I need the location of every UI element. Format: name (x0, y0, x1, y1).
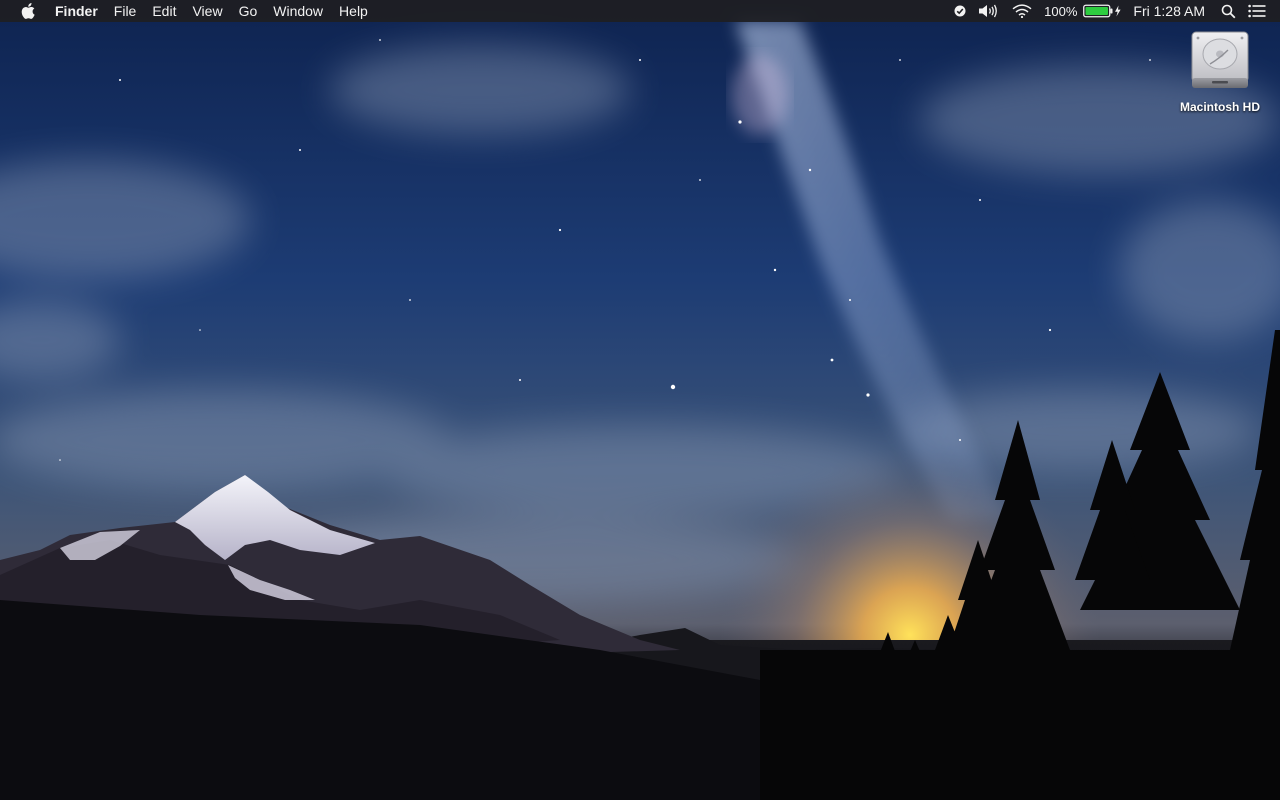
desktop-icon-macintosh-hd[interactable]: Macintosh HD (1170, 30, 1270, 114)
menu-file[interactable]: File (106, 0, 145, 22)
search-icon-glyph (1221, 4, 1236, 18)
menu-clock[interactable]: Fri 1:28 AM (1129, 0, 1215, 22)
menu-help[interactable]: Help (331, 0, 376, 22)
menu-window[interactable]: Window (265, 0, 331, 22)
menu-go[interactable]: Go (231, 0, 266, 22)
battery-charging-icon-glyph (1083, 4, 1122, 18)
volume-icon[interactable] (972, 0, 1006, 22)
notification-center-icon-glyph (1248, 4, 1266, 18)
battery-percent[interactable]: 100% (1038, 0, 1083, 22)
battery-charging-icon[interactable] (1083, 0, 1129, 22)
menu-app-name[interactable]: Finder (48, 0, 106, 22)
notification-center-icon[interactable] (1242, 0, 1280, 22)
hard-drive-icon (1188, 30, 1252, 92)
volume-icon-glyph (979, 4, 998, 18)
menu-bar: Finder File Edit View Go Window Help 100… (0, 0, 1280, 22)
wifi-icon-glyph (1012, 4, 1032, 18)
battery-level-fill (1085, 7, 1109, 15)
desktop[interactable]: Finder File Edit View Go Window Help 100… (0, 0, 1280, 800)
menu-bar-left: Finder File Edit View Go Window Help (0, 0, 376, 22)
desktop-icon-label: Macintosh HD (1179, 100, 1260, 114)
search-icon[interactable] (1215, 0, 1242, 22)
wifi-icon[interactable] (1006, 0, 1038, 22)
sync-status-icon-glyph (954, 5, 966, 17)
sync-status-icon[interactable] (948, 0, 972, 22)
wallpaper-image (0, 0, 1280, 800)
apple-logo-icon[interactable] (18, 0, 38, 22)
apple-logo-icon-glyph (21, 3, 35, 19)
menu-view[interactable]: View (184, 0, 230, 22)
hard-drive-icon-glyph (1191, 31, 1249, 88)
menu-edit[interactable]: Edit (144, 0, 184, 22)
status-area: 100% Fri 1:28 AM (948, 0, 1280, 22)
